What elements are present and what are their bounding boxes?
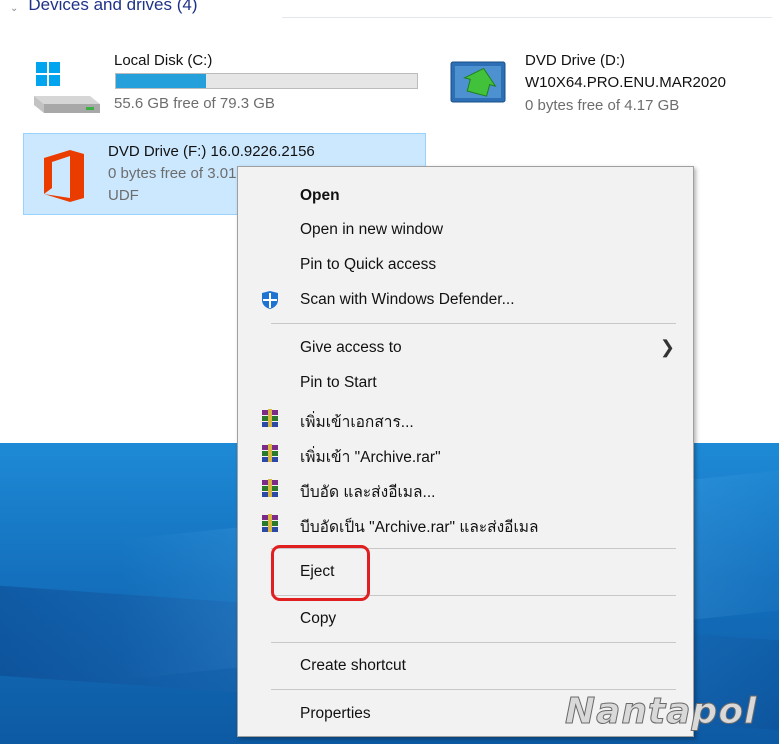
menu-item-open-new-window[interactable]: Open in new window xyxy=(238,213,693,247)
windows-drive-icon xyxy=(34,62,100,113)
drive-d-free: 0 bytes free of 4.17 GB xyxy=(525,97,680,114)
menu-item-label: Pin to Start xyxy=(300,374,377,391)
menu-item-label: บีบอัด และส่งอีเมล... xyxy=(300,484,436,501)
winrar-icon xyxy=(262,409,278,427)
screenshot: ⌄ Devices and drives (4) Local Disk (C:)… xyxy=(0,0,779,744)
menu-separator xyxy=(271,323,676,324)
menu-item-give-access[interactable]: Give access to ❯ xyxy=(238,331,693,365)
drive-f-filesystem: UDF xyxy=(108,187,139,204)
drive-f-name: DVD Drive (F:) 16.0.9226.2156 xyxy=(108,143,315,160)
eject-highlight-box xyxy=(271,545,370,601)
menu-item-pin-quick-access[interactable]: Pin to Quick access xyxy=(238,248,693,282)
menu-item-winrar-compress-email[interactable]: บีบอัด และส่งอีเมล... xyxy=(238,471,693,505)
drive-c[interactable]: Local Disk (C:) 55.6 GB free of 79.3 GB xyxy=(30,50,430,120)
chevron-down-icon[interactable]: ⌄ xyxy=(10,3,18,14)
winrar-icon xyxy=(262,479,278,497)
menu-item-pin-start[interactable]: Pin to Start xyxy=(238,366,693,400)
menu-separator xyxy=(271,642,676,643)
menu-item-label: Properties xyxy=(300,705,371,722)
menu-item-label: Copy xyxy=(300,610,337,627)
menu-item-label: Open xyxy=(300,187,340,204)
section-divider xyxy=(282,17,772,18)
menu-item-label: เพิ่มเข้า "Archive.rar" xyxy=(300,449,441,466)
drive-d[interactable]: DVD Drive (D:) W10X64.PRO.ENU.MAR2020 0 … xyxy=(448,50,773,120)
drive-c-usage-fill xyxy=(116,74,207,88)
watermark: Nantapol xyxy=(564,691,758,733)
menu-item-winrar-compress-archive-email[interactable]: บีบอัดเป็น "Archive.rar" และส่งอีเมล xyxy=(238,506,693,540)
menu-item-copy[interactable]: Copy xyxy=(238,602,693,636)
menu-item-label: Create shortcut xyxy=(300,657,406,674)
menu-item-open[interactable]: Open xyxy=(238,179,693,213)
winrar-icon xyxy=(262,514,278,532)
drive-c-name: Local Disk (C:) xyxy=(114,52,213,69)
drive-d-name: DVD Drive (D:) xyxy=(525,52,625,69)
section-title: Devices and drives (4) xyxy=(28,0,198,14)
menu-item-label: บีบอัดเป็น "Archive.rar" และส่งอีเมล xyxy=(300,519,539,536)
dvd-setup-icon xyxy=(450,61,506,103)
winrar-icon xyxy=(262,444,278,462)
menu-item-label: Give access to xyxy=(300,339,402,356)
chevron-right-icon: ❯ xyxy=(659,337,675,357)
menu-item-label: Open in new window xyxy=(300,221,444,238)
menu-item-label: เพิ่มเข้าเอกสาร... xyxy=(300,414,414,431)
drive-d-label: W10X64.PRO.ENU.MAR2020 xyxy=(525,74,726,91)
drive-c-free: 55.6 GB free of 79.3 GB xyxy=(114,95,275,112)
office-icon xyxy=(44,150,84,202)
menu-item-scan-defender[interactable]: Scan with Windows Defender... xyxy=(238,283,693,317)
section-header[interactable]: ⌄ Devices and drives (4) xyxy=(10,0,198,22)
menu-item-create-shortcut[interactable]: Create shortcut xyxy=(238,649,693,683)
menu-item-label: Pin to Quick access xyxy=(300,256,437,273)
menu-item-winrar-add-archive[interactable]: เพิ่มเข้า "Archive.rar" xyxy=(238,436,693,470)
menu-item-label: Scan with Windows Defender... xyxy=(300,291,515,308)
context-menu: Open Open in new window Pin to Quick acc… xyxy=(237,166,694,737)
menu-item-winrar-add[interactable]: เพิ่มเข้าเอกสาร... xyxy=(238,401,693,435)
menu-separator xyxy=(271,689,676,690)
drive-c-usage-bar xyxy=(115,73,418,89)
defender-shield-icon xyxy=(262,291,278,309)
